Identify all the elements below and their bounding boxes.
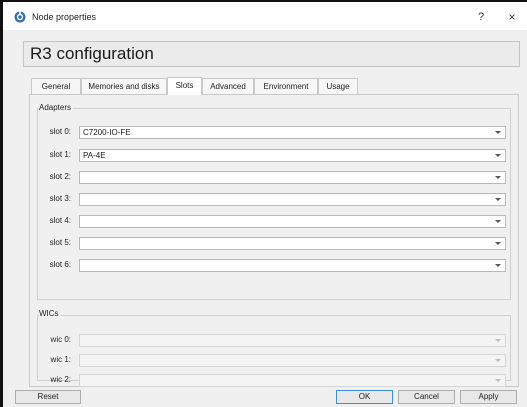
slot-1-select[interactable]: PA-4E xyxy=(79,149,506,162)
slot-0-select[interactable]: C7200-IO-FE xyxy=(79,126,506,139)
apply-button[interactable]: Apply xyxy=(460,390,517,404)
tab-memories-and-disks[interactable]: Memories and disks xyxy=(81,78,167,94)
chevron-down-icon xyxy=(495,176,501,179)
chevron-down-icon xyxy=(495,379,501,382)
chevron-down-icon xyxy=(495,264,501,267)
dialog-body: R3 configuration General Memories and di… xyxy=(3,30,527,407)
title-bar: Node properties ? × xyxy=(3,2,527,30)
cancel-button[interactable]: Cancel xyxy=(398,390,455,404)
page-header: R3 configuration xyxy=(23,41,520,67)
slot-0-value: C7200-IO-FE xyxy=(83,128,131,137)
slot-5-label: slot 5: xyxy=(49,238,71,247)
window-title: Node properties xyxy=(32,12,97,22)
slot-6-select[interactable] xyxy=(79,259,506,272)
wics-group-label: WICs xyxy=(39,309,61,318)
slot-5-select[interactable] xyxy=(79,237,506,250)
chevron-down-icon xyxy=(495,154,501,157)
help-button[interactable]: ? xyxy=(472,8,490,26)
slots-tab-panel: Adapters slot 0: C7200-IO-FE slot 1: PA-… xyxy=(29,94,519,387)
adapters-group-label: Adapters xyxy=(39,103,74,112)
wic-1-select[interactable] xyxy=(79,354,506,367)
slot-1-label: slot 1: xyxy=(49,150,71,159)
gns3-app-icon xyxy=(14,11,26,23)
chevron-down-icon xyxy=(495,242,501,245)
slot-0-label: slot 0: xyxy=(49,127,71,136)
chevron-down-icon xyxy=(495,131,501,134)
reset-button[interactable]: Reset xyxy=(15,390,81,404)
slot-3-label: slot 3: xyxy=(49,194,71,203)
wics-group xyxy=(37,315,511,381)
tab-usage[interactable]: Usage xyxy=(318,78,358,94)
wic-1-label: wic 1: xyxy=(50,355,71,364)
tab-environment[interactable]: Environment xyxy=(254,78,318,94)
slot-4-select[interactable] xyxy=(79,215,506,228)
slot-2-label: slot 2: xyxy=(49,172,71,181)
chevron-down-icon xyxy=(495,339,501,342)
chevron-down-icon xyxy=(495,220,501,223)
slot-6-label: slot 6: xyxy=(49,260,71,269)
wic-0-label: wic 0: xyxy=(50,335,71,344)
page-title: R3 configuration xyxy=(30,44,154,63)
ok-button[interactable]: OK xyxy=(336,390,393,404)
slot-1-value: PA-4E xyxy=(83,151,106,160)
wic-2-select[interactable] xyxy=(79,374,506,387)
wic-0-select[interactable] xyxy=(79,334,506,347)
wic-2-label: wic 2: xyxy=(50,375,71,384)
chevron-down-icon xyxy=(495,359,501,362)
slot-4-label: slot 4: xyxy=(49,216,71,225)
close-button[interactable]: × xyxy=(503,8,521,26)
slot-3-select[interactable] xyxy=(79,193,506,206)
slot-2-select[interactable] xyxy=(79,171,506,184)
tab-slots[interactable]: Slots xyxy=(167,77,202,95)
tab-general[interactable]: General xyxy=(31,78,81,94)
chevron-down-icon xyxy=(495,198,501,201)
tab-advanced[interactable]: Advanced xyxy=(202,78,254,94)
